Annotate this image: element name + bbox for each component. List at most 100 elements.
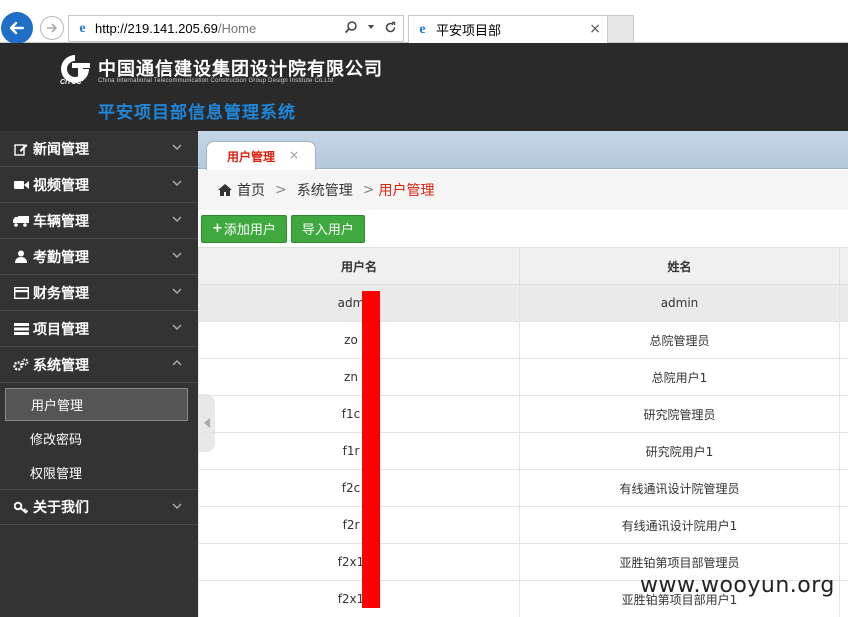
column-header-name[interactable]: 姓名 — [519, 247, 840, 285]
tab-title: 平安项目部 — [436, 24, 502, 39]
back-button[interactable] — [1, 12, 33, 44]
cell-extra — [839, 358, 848, 396]
cell-extra — [839, 506, 848, 544]
forward-button[interactable] — [40, 16, 64, 40]
arrow-right-icon — [47, 23, 58, 33]
browser-chrome: e http://219.141.205.69/Home e 平安项目部 × — [0, 0, 848, 44]
key-icon — [12, 501, 30, 514]
sidebar-item-finance[interactable]: 财务管理 — [0, 275, 198, 311]
cell-extra — [839, 580, 848, 617]
breadcrumb-separator: > — [362, 182, 375, 198]
user-table: 用户名 姓名 adm admin zo 总院管理员 zn 总院用户1 f1c 研究院管理员 f1… — [198, 247, 848, 617]
column-header-extra — [839, 247, 848, 285]
breadcrumb-system[interactable]: 系统管理 — [297, 180, 353, 200]
breadcrumb-home[interactable]: 首页 — [237, 180, 265, 200]
content-tabbar: 用户管理 × — [198, 131, 848, 170]
breadcrumb-separator: > — [275, 182, 287, 198]
chevron-down-icon — [172, 324, 182, 331]
column-header-username[interactable]: 用户名 — [198, 247, 520, 285]
table-row[interactable]: f1c 研究院管理员 — [198, 395, 848, 433]
sidebar-item-label: 新闻管理 — [33, 141, 89, 158]
arrow-left-icon — [9, 21, 25, 35]
cell-username: zn — [198, 358, 520, 396]
sidebar: 新闻管理 视频管理 车辆管理 考勤管理 财务管理 项目管理 系统管理 用户管理 … — [0, 131, 198, 617]
cell-extra — [839, 395, 848, 433]
tab-ie-icon: e — [419, 21, 426, 37]
sidebar-subitem-permissions[interactable]: 权限管理 — [0, 455, 198, 489]
toolbar: + 添加用户 导入用户 — [198, 210, 848, 247]
sidebar-item-attendance[interactable]: 考勤管理 — [0, 239, 198, 275]
breadcrumb: 首页 > 系统管理 > 用户管理 — [198, 170, 848, 210]
username-text: f2c — [341, 481, 361, 495]
new-tab-button[interactable] — [608, 15, 634, 43]
redaction-bar — [362, 291, 380, 608]
table-row[interactable]: zn 总院用户1 — [198, 358, 848, 396]
sidebar-item-label: 关于我们 — [33, 500, 89, 516]
cell-username: f2x1 — [198, 580, 520, 617]
breadcrumb-current: 用户管理 — [378, 183, 435, 199]
tab-label: 用户管理 — [227, 149, 276, 164]
list-icon — [12, 322, 30, 335]
table-row[interactable]: zo 总院管理员 — [198, 321, 848, 359]
cell-name: 有线通讯设计院用户1 — [519, 506, 840, 544]
tab-user-management[interactable]: 用户管理 × — [206, 141, 316, 170]
cell-name: 研究院管理员 — [519, 395, 840, 433]
sidebar-item-label: 考勤管理 — [33, 249, 89, 266]
address-bar[interactable]: e http://219.141.205.69/Home — [68, 15, 404, 42]
import-users-button[interactable]: 导入用户 — [290, 214, 365, 243]
cell-username: f2r — [198, 506, 520, 544]
sidebar-item-project[interactable]: 项目管理 — [0, 311, 198, 347]
table-row[interactable]: f2c 有线通讯设计院管理员 — [198, 469, 848, 507]
credit-card-icon — [12, 286, 30, 299]
sidebar-item-news[interactable]: 新闻管理 — [0, 131, 198, 167]
add-user-button[interactable]: + 添加用户 — [201, 214, 287, 243]
system-title: 平安项目部信息管理系统 — [98, 103, 296, 123]
sidebar-item-vehicle[interactable]: 车辆管理 — [0, 203, 198, 239]
sidebar-subitem-label: 修改密码 — [30, 432, 83, 448]
sidebar-item-label: 视频管理 — [33, 177, 89, 194]
home-icon — [218, 184, 232, 196]
cell-extra — [839, 543, 848, 581]
import-users-label: 导入用户 — [301, 223, 354, 238]
cell-name: 总院用户1 — [519, 358, 840, 396]
chevron-down-icon — [172, 288, 182, 295]
table-row[interactable]: f2r 有线通讯设计院用户1 — [198, 506, 848, 544]
cell-username: f1c — [198, 395, 520, 433]
browser-tab[interactable]: e 平安项目部 × — [408, 15, 608, 43]
cell-username: adm — [198, 284, 520, 322]
cell-username: f2x1 — [198, 543, 520, 581]
tab-close-icon[interactable]: × — [289, 148, 299, 162]
table-row[interactable]: f1r 研究院用户1 — [198, 432, 848, 470]
sidebar-item-system[interactable]: 系统管理 — [0, 347, 198, 383]
tab-close-icon[interactable]: × — [589, 21, 601, 37]
cogs-icon — [12, 358, 30, 372]
sidebar-item-label: 项目管理 — [33, 321, 89, 338]
chevron-down-icon — [172, 503, 182, 510]
company-english-name: China International Telecommunication Co… — [98, 78, 334, 84]
username-text: zn — [344, 370, 358, 384]
dropdown-arrow-icon[interactable] — [367, 23, 375, 31]
sidebar-item-video[interactable]: 视频管理 — [0, 167, 198, 203]
cell-username: zo — [198, 321, 520, 359]
sidebar-subitem-change-password[interactable]: 修改密码 — [0, 421, 198, 455]
watermark: www.wooyun.org — [640, 573, 835, 598]
app-header: CITCC 中国通信建设集团设计院有限公司 China Internationa… — [0, 43, 848, 131]
sidebar-item-label: 系统管理 — [33, 357, 89, 374]
table-row[interactable]: adm admin — [198, 284, 848, 322]
sidebar-item-about[interactable]: 关于我们 — [0, 489, 198, 525]
cell-username: f1r — [198, 432, 520, 470]
url-host: http://219.141.205.69 — [95, 21, 218, 36]
url-text: http://219.141.205.69/Home — [95, 21, 256, 36]
logo-text: CITCC — [60, 79, 82, 86]
add-user-label: 添加用户 — [223, 223, 276, 238]
url-path: /Home — [217, 21, 257, 36]
search-icon[interactable] — [344, 20, 358, 34]
username-text: zo — [344, 333, 358, 347]
address-tools — [344, 20, 397, 34]
chevron-up-icon — [172, 359, 182, 366]
username-text: f2x1 — [337, 555, 365, 569]
cell-name: 总院管理员 — [519, 321, 840, 359]
sidebar-subitem-user-management[interactable]: 用户管理 — [5, 388, 188, 421]
refresh-icon[interactable] — [384, 21, 397, 34]
sidebar-item-label: 车辆管理 — [33, 213, 89, 230]
